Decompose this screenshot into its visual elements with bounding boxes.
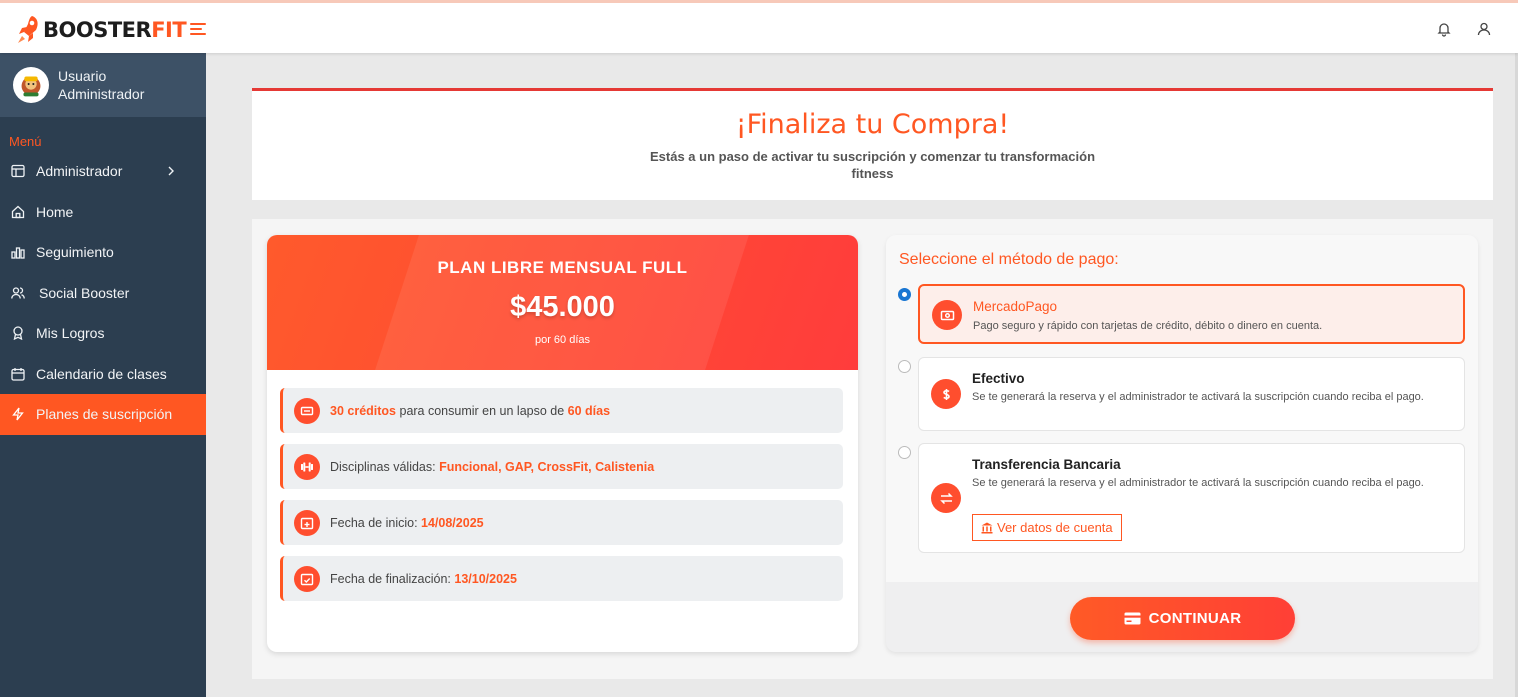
sidebar: Usuario Administrador Menú Administrador… [0, 53, 206, 697]
page-subtitle: Estás a un paso de activar tu suscripció… [649, 149, 1096, 181]
bell-icon[interactable] [1436, 21, 1452, 37]
option-title: Efectivo [972, 371, 1025, 386]
home-icon [11, 205, 25, 218]
brand-logo[interactable]: BOOSTERFIT [16, 15, 187, 45]
plan-name: PLAN LIBRE MENSUAL FULL [437, 258, 688, 277]
feature-disciplines: Disciplinas válidas: Funcional, GAP, Cro… [280, 444, 843, 489]
sidebar-item-seguimiento[interactable]: Seguimiento [0, 232, 206, 273]
continue-button[interactable]: CONTINUAR [1070, 597, 1295, 640]
sidebar-item-mis-logros[interactable]: Mis Logros [0, 313, 206, 354]
feature-start-date: Fecha de inicio: 14/08/2025 [280, 500, 843, 545]
payment-title: Seleccione el método de pago: [899, 251, 1119, 268]
user-profile[interactable]: Usuario Administrador [0, 53, 206, 117]
mascot-icon [14, 68, 48, 102]
feature-credits: 30 créditos para consumir en un lapso de… [280, 388, 843, 433]
user-icon[interactable] [1476, 21, 1492, 37]
menu-toggle-icon[interactable] [190, 23, 206, 37]
payment-option-transferencia[interactable]: Transferencia Bancaria Se te generará la… [918, 443, 1465, 553]
dollar-icon [931, 379, 961, 409]
user-name-line2: Administrador [58, 86, 145, 102]
calendar-check-icon [294, 565, 320, 592]
sidebar-item-calendario[interactable]: Calendario de clases [0, 354, 206, 395]
calendar-plus-icon [294, 509, 320, 536]
sidebar-item-social-booster[interactable]: Social Booster [0, 273, 206, 314]
menu-title: Menú [9, 134, 42, 149]
plan-header: PLAN LIBRE MENSUAL FULL $45.000 por 60 d… [267, 235, 858, 370]
option-desc: Pago seguro y rápido con tarjetas de cré… [973, 320, 1323, 332]
transfer-icon [931, 483, 961, 513]
user-name-line1: Usuario [58, 68, 107, 84]
payment-option-mercadopago[interactable]: MercadoPago Pago seguro y rápido con tar… [918, 284, 1465, 344]
award-icon [13, 326, 23, 341]
cash-icon [932, 300, 962, 330]
feature-end-date: Fecha de finalización: 13/10/2025 [280, 556, 843, 601]
rocket-icon [18, 16, 38, 43]
top-bar: BOOSTERFIT [0, 0, 1518, 53]
plan-card: PLAN LIBRE MENSUAL FULL $45.000 por 60 d… [267, 235, 858, 652]
plan-period: por 60 días [534, 334, 591, 346]
sidebar-item-planes[interactable]: Planes de suscripción [0, 394, 206, 435]
payment-card: Seleccione el método de pago: MercadoPag… [886, 235, 1478, 652]
ticket-icon [294, 397, 320, 424]
sidebar-item-home[interactable]: Home [0, 192, 206, 233]
sidebar-item-administrador[interactable]: Administrador [0, 151, 206, 192]
calendar-icon [11, 367, 25, 381]
brand-name: BOOSTERFIT [43, 18, 187, 42]
page-title: ¡Finaliza tu Compra! [735, 109, 1010, 140]
option-title: MercadoPago [973, 299, 1058, 314]
checkout-header: ¡Finaliza tu Compra! Estás a un paso de … [252, 88, 1493, 200]
layout-icon [11, 165, 25, 178]
chart-icon [11, 247, 25, 259]
bank-icon [981, 522, 993, 533]
plan-price: $45.000 [510, 291, 615, 323]
option-title: Transferencia Bancaria [972, 457, 1121, 472]
chevron-right-icon [168, 166, 174, 176]
bolt-icon [12, 407, 24, 421]
dumbbell-icon [294, 453, 320, 480]
credit-card-icon [1124, 612, 1141, 625]
payment-option-efectivo[interactable]: Efectivo Se te generará la reserva y el … [918, 357, 1465, 431]
avatar [13, 67, 49, 103]
view-account-button[interactable]: Ver datos de cuenta [972, 514, 1122, 541]
users-icon [11, 287, 25, 299]
option-desc: Se te generará la reserva y el administr… [972, 391, 1424, 403]
radio-transferencia[interactable] [898, 446, 911, 459]
radio-efectivo[interactable] [898, 360, 911, 373]
option-desc: Se te generará la reserva y el administr… [972, 477, 1424, 489]
radio-mercadopago[interactable] [898, 288, 911, 301]
